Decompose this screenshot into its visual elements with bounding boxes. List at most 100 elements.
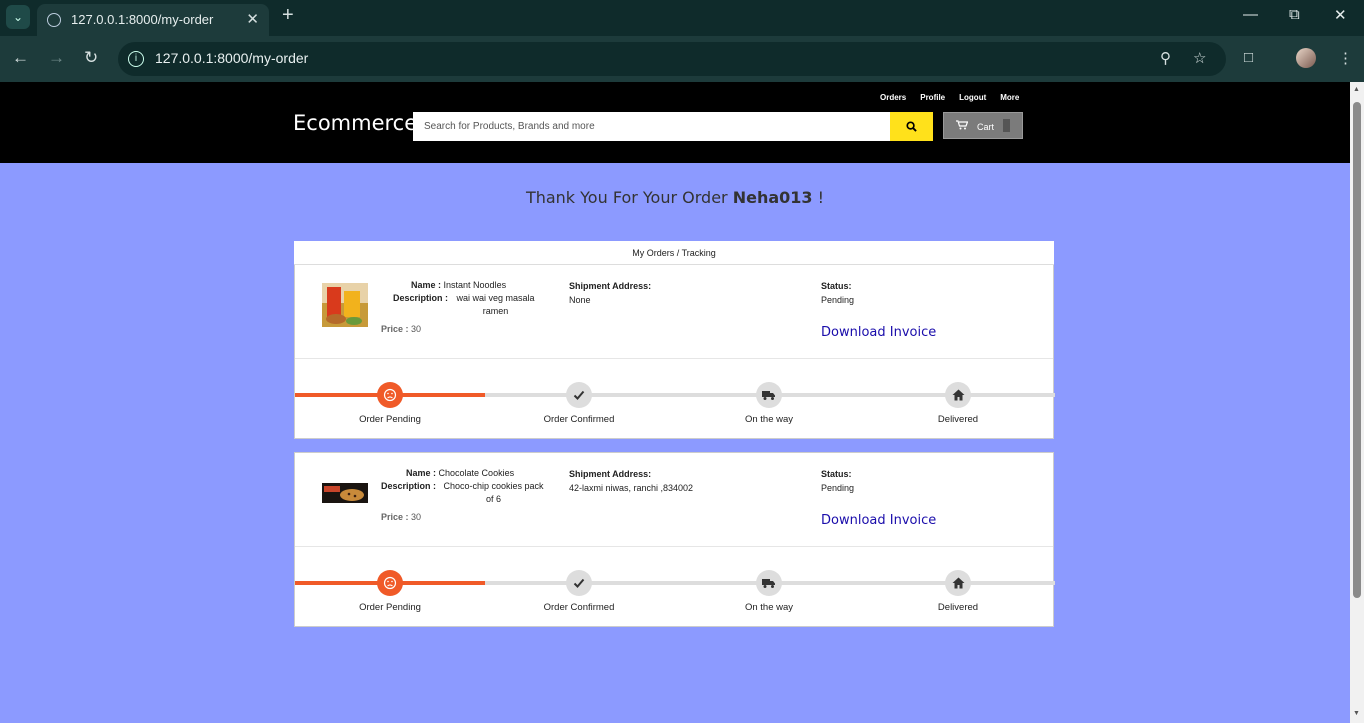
product-info: Name : Instant Noodles Description : wai… [381,279,553,318]
product-price: 30 [411,512,422,522]
shipment-address: 42-laxmi niwas, ranchi ,834002 [569,483,694,493]
cart-button[interactable]: Cart [943,112,1023,139]
step-on-the-way: On the way [689,382,849,425]
order-tracker: Order Pending Order Confirmed On the way… [295,359,1055,438]
site-header: Orders Profile Logout More Ecommerce Car… [0,82,1350,163]
profile-avatar[interactable] [1296,48,1316,68]
step-delivered: Delivered [878,570,1038,613]
check-icon [566,382,592,408]
cart-icon [956,120,968,130]
order-card: Name : Chocolate Cookies Description : C… [294,452,1055,627]
product-price-row: Price : 30 [381,324,421,334]
download-invoice-link[interactable]: Download Invoice [821,513,936,528]
address-bar[interactable]: i 127.0.0.1:8000/my-order ⚲ ☆ [118,42,1226,76]
tab-title: 127.0.0.1:8000/my-order [71,12,214,27]
shipment-label: Shipment Address: [569,281,652,291]
browser-toolbar: ← → ↻ i 127.0.0.1:8000/my-order ⚲ ☆ □ ⋮ [0,36,1364,82]
product-name-row: Name : Instant Noodles [381,279,553,292]
logout-link[interactable]: Logout [959,93,986,102]
more-link[interactable]: More [1000,93,1019,102]
step-on-the-way: On the way [689,570,849,613]
status-label: Status: [821,469,852,479]
url-text[interactable]: 127.0.0.1:8000/my-order [155,50,308,66]
order-tracker: Order Pending Order Confirmed On the way… [295,547,1055,626]
step-label: On the way [744,414,794,425]
close-tab-icon[interactable]: ✕ [246,10,259,28]
truck-icon [756,382,782,408]
search-button[interactable] [890,112,933,141]
step-order-confirmed: Order Confirmed [499,382,659,425]
star-icon[interactable]: ☆ [1193,49,1206,67]
name-label: Name : [406,468,437,478]
product-price: 30 [411,324,422,334]
status-info: Status: Pending [821,279,854,307]
cart-count-badge [1003,119,1010,132]
sad-face-icon [377,382,403,408]
cookies-product-image [322,483,368,503]
brand-logo[interactable]: Ecommerce [293,111,417,135]
minimize-icon[interactable]: — [1243,6,1258,23]
extensions-icon[interactable]: □ [1244,49,1253,66]
profile-link[interactable]: Profile [920,93,945,102]
price-label: Price : [381,512,409,522]
shipment-info: Shipment Address: None [569,279,651,307]
step-delivered: Delivered [878,382,1038,425]
forward-icon[interactable]: → [48,48,65,68]
step-order-confirmed: Order Confirmed [499,570,659,613]
site-info-icon[interactable]: i [128,51,144,67]
globe-icon [47,13,61,27]
truck-icon [756,570,782,596]
step-label: On the way [744,602,794,613]
order-card: Name : Instant Noodles Description : wai… [294,265,1055,439]
restore-icon[interactable]: ⧉ [1289,6,1300,23]
home-icon [945,570,971,596]
noodles-product-image [322,283,368,327]
zoom-icon[interactable]: ⚲ [1160,49,1171,67]
step-label: Order Pending [359,602,421,613]
status-info: Status: Pending [821,467,854,495]
status-label: Status: [821,281,852,291]
search-icon [906,121,917,132]
new-tab-button[interactable]: + [282,4,294,27]
name-label: Name : [411,280,442,290]
price-label: Price : [381,324,409,334]
shipment-info: Shipment Address: 42-laxmi niwas, ranchi… [569,467,693,495]
product-description-row: Description : Choco-chip cookies pack of… [381,480,553,506]
scroll-thumb[interactable] [1353,102,1361,598]
menu-dots-icon[interactable]: ⋮ [1338,49,1353,67]
page-scrollbar[interactable]: ▲ ▼ [1350,82,1364,723]
step-order-pending: Order Pending [310,570,470,613]
reload-icon[interactable]: ↻ [84,48,98,68]
order-details: Name : Instant Noodles Description : wai… [295,265,1053,359]
shipment-address: None [569,295,591,305]
header-links: Orders Profile Logout More [880,93,1019,102]
cart-label: Cart [977,122,995,132]
tab-search-button[interactable]: ⌄ [6,5,30,29]
step-label: Delivered [937,414,979,425]
description-label: Description : [381,481,437,491]
scroll-down-arrow[interactable]: ▼ [1353,710,1360,717]
product-name-row: Name : Chocolate Cookies [381,467,553,480]
scroll-up-arrow[interactable]: ▲ [1353,86,1360,93]
orders-link[interactable]: Orders [880,93,906,102]
browser-tab[interactable]: 127.0.0.1:8000/my-order ✕ [37,4,269,36]
step-label: Delivered [937,602,979,613]
product-price-row: Price : 30 [381,512,421,522]
thank-you-heading: Thank You For Your Order Neha013 ! [0,188,1350,207]
orders-section-title: My Orders / Tracking [294,241,1054,265]
order-details: Name : Chocolate Cookies Description : C… [295,453,1053,547]
product-name: Instant Noodles [443,280,507,290]
step-label: Order Pending [359,414,421,425]
product-name: Chocolate Cookies [438,468,515,478]
shipment-label: Shipment Address: [569,469,652,479]
close-window-icon[interactable]: ✕ [1334,6,1347,24]
status-value: Pending [821,483,855,493]
search-input[interactable] [413,112,890,141]
step-label: Order Confirmed [543,602,615,613]
product-description: wai wai veg masala ramen [456,293,535,316]
back-icon[interactable]: ← [12,48,29,68]
step-label: Order Confirmed [543,414,615,425]
greeting-suffix: ! [817,188,825,207]
product-description-row: Description : wai wai veg masala ramen [381,292,553,318]
download-invoice-link[interactable]: Download Invoice [821,325,936,340]
